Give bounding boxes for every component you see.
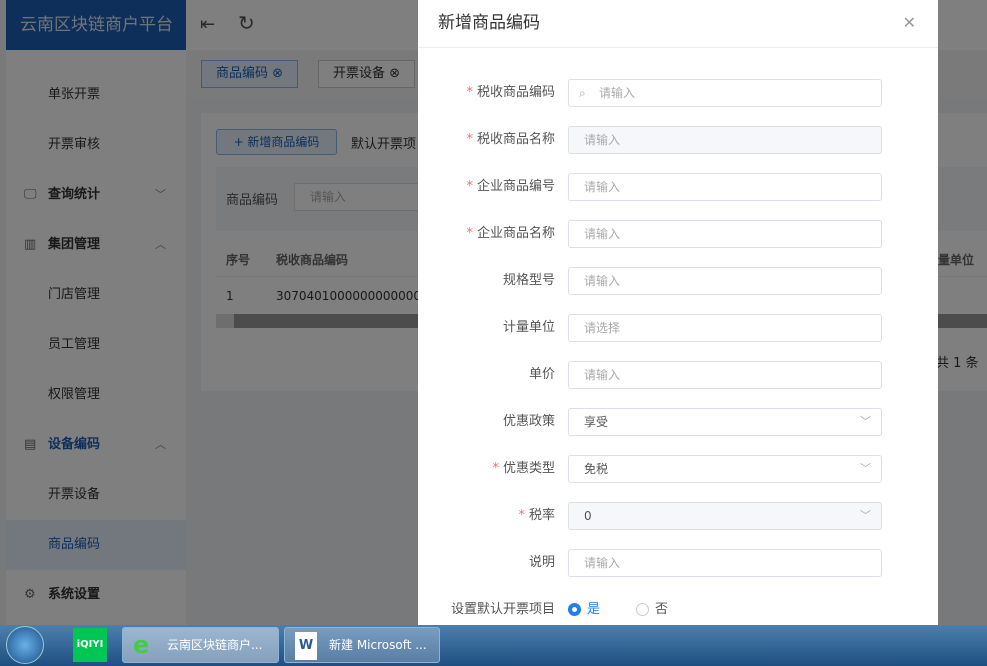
field-label: 规格型号: [503, 267, 555, 295]
form-row: 单价 请输入: [418, 361, 938, 389]
input-field[interactable]: 请输入: [568, 267, 882, 295]
field-value: 请输入: [584, 556, 621, 570]
select-field[interactable]: 享受 ﹀: [568, 408, 882, 436]
field-label-text: 说明: [528, 555, 555, 570]
field-label: 设置默认开票项目: [450, 602, 555, 617]
field-label-text: 单价: [528, 367, 555, 382]
taskbar-iqiyi[interactable]: iQIYI: [73, 628, 107, 662]
radio-yes[interactable]: 是: [568, 596, 600, 624]
field-label-text: 税收商品名称: [476, 132, 555, 147]
form-row: * 企业商品名称 请输入: [418, 220, 938, 248]
ie-icon: e: [133, 631, 150, 659]
word-icon: W: [295, 632, 317, 660]
select-field[interactable]: 0 ﹀: [568, 502, 882, 530]
taskbar-label: 云南区块链商户...: [167, 638, 263, 652]
field-label-text: 税收商品编码: [476, 85, 555, 100]
form-row: 优惠政策 享受 ﹀: [418, 408, 938, 436]
field-label-text: 企业商品编号: [476, 179, 555, 194]
field-label-text: 规格型号: [502, 273, 555, 288]
field-label-text: 计量单位: [502, 320, 555, 335]
form-row: 规格型号 请输入: [418, 267, 938, 295]
field-label-text: 优惠类型: [502, 461, 555, 476]
chevron-down-icon: ﹀: [860, 509, 871, 522]
taskbar-word[interactable]: W 新建 Microsoft ...: [284, 627, 440, 663]
input-field[interactable]: 请输入: [568, 220, 882, 248]
field-label: 单价: [529, 361, 555, 389]
form-row: * 税收商品名称 请输入: [418, 126, 938, 154]
required-mark: *: [466, 179, 473, 194]
input-field[interactable]: 请输入: [568, 549, 882, 577]
input-field[interactable]: 请选择: [568, 314, 882, 342]
dialog-title: 新增商品编码: [438, 13, 540, 33]
field-value: 享受: [584, 415, 609, 429]
taskbar-label: 新建 Microsoft ...: [329, 638, 427, 652]
field-label: * 优惠类型: [492, 455, 555, 483]
form-row: * 优惠类型 免税 ﹀: [418, 455, 938, 483]
field-value: 请输入: [584, 227, 621, 241]
input-field[interactable]: ⌕ 请输入: [568, 79, 882, 107]
field-label-text: 税率: [528, 508, 555, 523]
field-value: 请输入: [584, 368, 621, 382]
field-value: 请输入: [584, 180, 621, 194]
field-label: * 税率: [518, 502, 555, 530]
form-row: * 税率 0 ﹀: [418, 502, 938, 530]
field-value: 免税: [584, 462, 609, 476]
field-label: * 税收商品名称: [466, 126, 555, 154]
search-icon: ⌕: [579, 86, 586, 100]
required-mark: *: [492, 461, 499, 476]
taskbar: iQIYI e 云南区块链商户... W 新建 Microsoft ...: [0, 625, 987, 666]
form-row: * 企业商品编号 请输入: [418, 173, 938, 201]
taskbar-browser[interactable]: e 云南区块链商户...: [122, 627, 279, 663]
default-item-radio-group: 设置默认开票项目 是 否: [418, 596, 938, 624]
chevron-down-icon: ﹀: [860, 415, 871, 428]
radio-unchecked-icon: [636, 603, 649, 616]
radio-no[interactable]: 否: [636, 596, 668, 624]
chevron-down-icon: ﹀: [860, 462, 871, 475]
required-mark: *: [466, 85, 473, 100]
start-button[interactable]: [6, 626, 44, 664]
required-mark: *: [466, 132, 473, 147]
field-label: * 企业商品编号: [466, 173, 555, 201]
field-label: * 企业商品名称: [466, 220, 555, 248]
radio-label: 是: [587, 602, 601, 617]
radio-label: 否: [655, 602, 669, 617]
field-label-text: 企业商品名称: [476, 226, 555, 241]
select-field[interactable]: 免税 ﹀: [568, 455, 882, 483]
form-row: * 税收商品编码 ⌕ 请输入: [418, 79, 938, 107]
field-label: 说明: [529, 549, 555, 577]
form-row: 计量单位 请选择: [418, 314, 938, 342]
add-product-code-dialog: 新增商品编码 ✕ * 税收商品编码 ⌕ 请输入 * 税收商品名称 请输入 * 企业商品编号 请输入 *…: [418, 0, 938, 625]
radio-checked-icon: [568, 603, 581, 616]
field-label: 计量单位: [503, 314, 555, 342]
required-mark: *: [518, 508, 525, 523]
close-icon[interactable]: ✕: [903, 0, 916, 46]
field-value: 请输入: [584, 133, 621, 147]
field-label: 优惠政策: [503, 408, 555, 436]
field-value: 0: [584, 509, 592, 523]
field-label-text: 优惠政策: [502, 414, 555, 429]
field-value: 请输入: [599, 86, 636, 100]
form-row: 说明 请输入: [418, 549, 938, 577]
input-field[interactable]: 请输入: [568, 173, 882, 201]
input-field[interactable]: 请输入: [568, 126, 882, 154]
input-field[interactable]: 请输入: [568, 361, 882, 389]
field-value: 请输入: [584, 274, 621, 288]
field-value: 请选择: [584, 321, 621, 335]
field-label: * 税收商品编码: [466, 79, 555, 107]
required-mark: *: [466, 226, 473, 241]
